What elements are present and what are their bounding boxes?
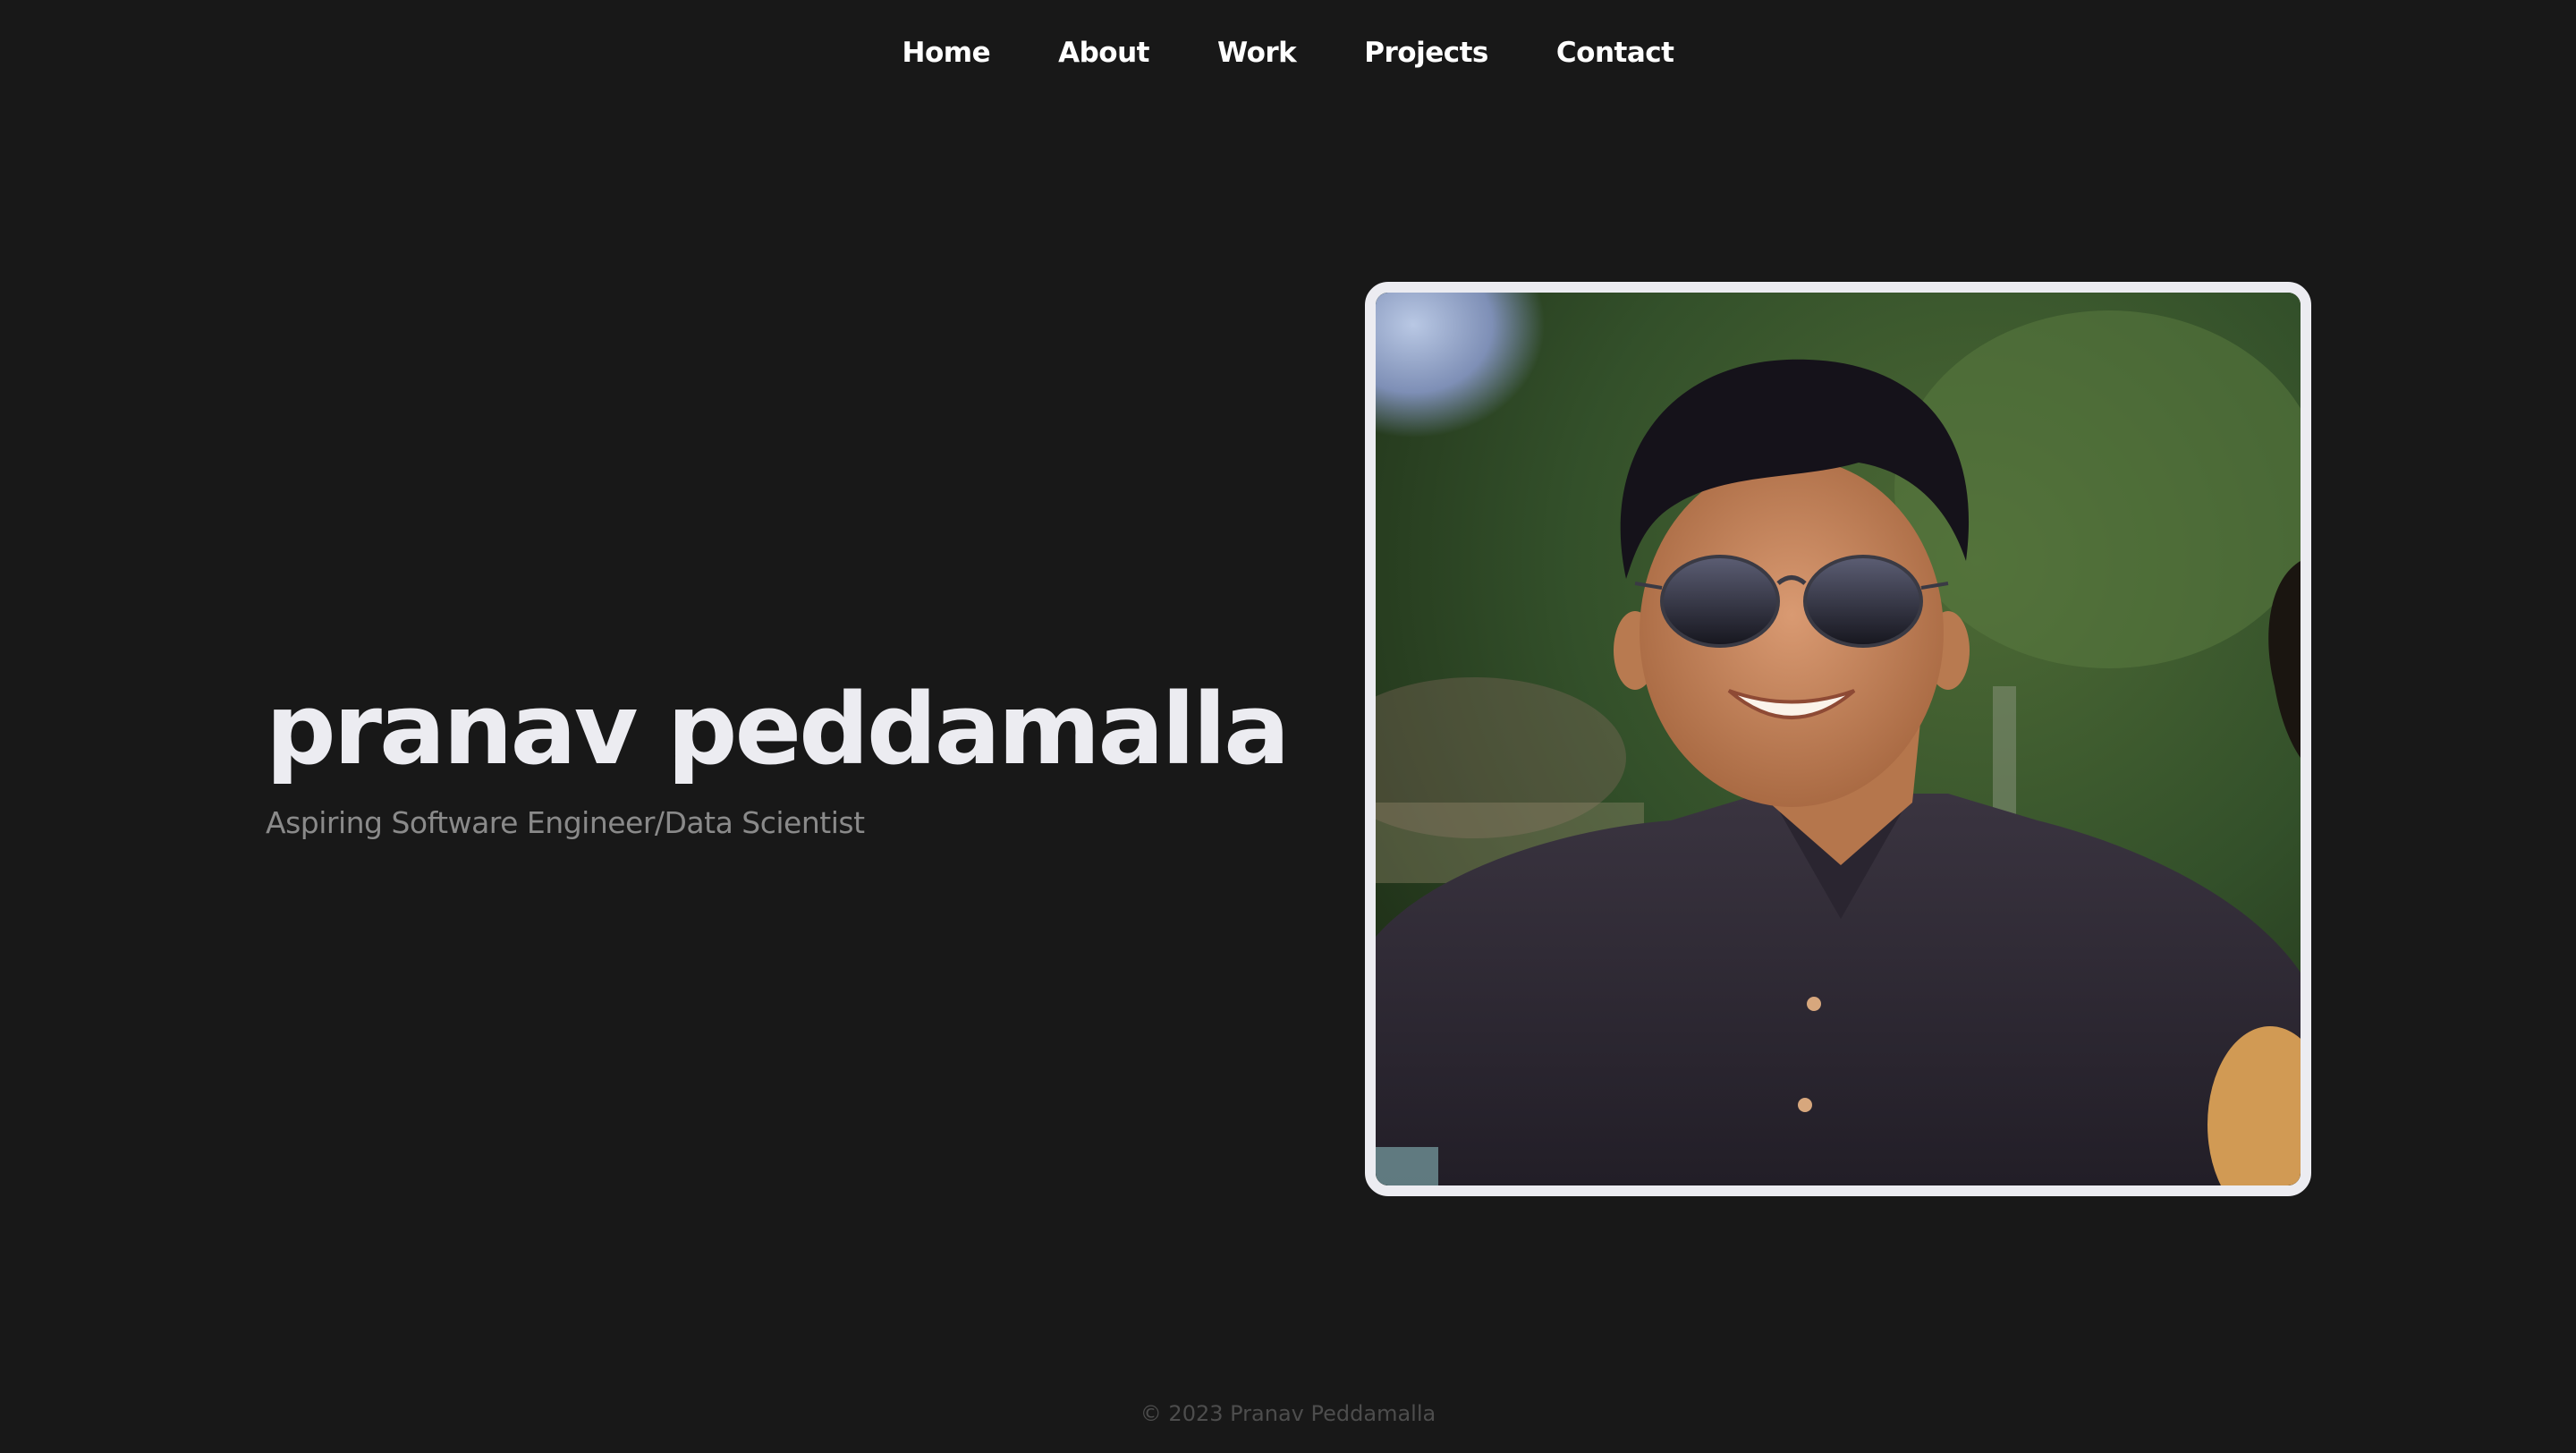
portrait-photo (1365, 282, 2311, 1196)
nav-link-projects[interactable]: Projects (1364, 37, 1488, 69)
footer-copyright: © 2023 Pranav Peddamalla (1140, 1401, 1436, 1426)
hero-subtitle: Aspiring Software Engineer/Data Scientis… (266, 805, 865, 840)
hero-name: pranav peddamalla (266, 672, 1290, 786)
nav-link-work[interactable]: Work (1217, 37, 1297, 69)
portrait-illustration (1376, 293, 2301, 1185)
nav-link-home[interactable]: Home (902, 37, 991, 69)
top-navigation: Home About Work Projects Contact (0, 0, 2576, 106)
nav-link-contact[interactable]: Contact (1556, 37, 1674, 69)
page: Home About Work Projects Contact pranav … (0, 0, 2576, 1453)
nav-link-about[interactable]: About (1058, 37, 1149, 69)
hero-section: pranav peddamalla Aspiring Software Engi… (266, 662, 1428, 840)
